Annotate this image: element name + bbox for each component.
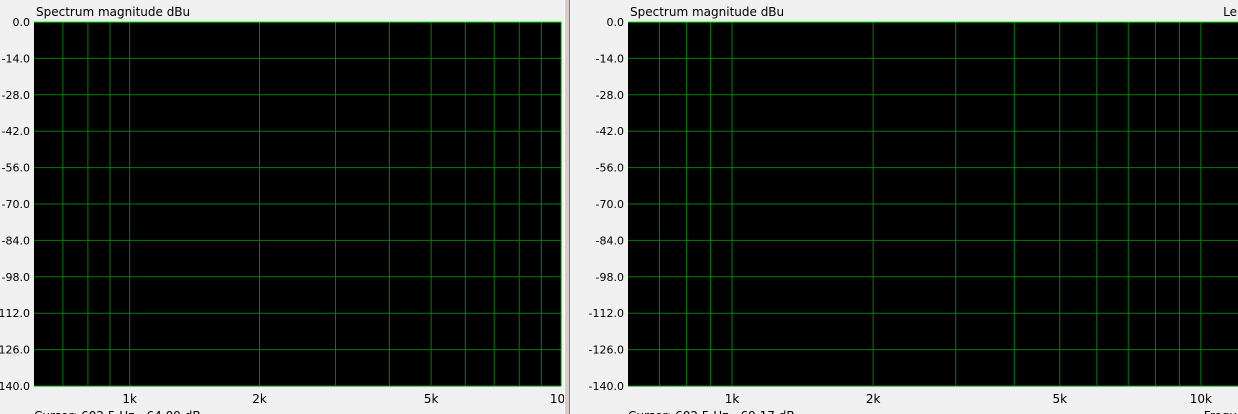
y-tick-label: -56.0 — [2, 162, 30, 175]
cursor-readout: Cursor: 602.5 Hz, -69.17 dB — [628, 409, 795, 414]
y-tick-label: -98.0 — [2, 271, 30, 284]
y-tick-label: -140.0 — [0, 380, 30, 393]
x-tick-label: 2k — [866, 392, 881, 406]
x-tick-label: 10k — [1190, 392, 1212, 406]
y-tick-label: -140.0 — [589, 380, 624, 393]
spectrum-chart-left[interactable]: Spectrum magnitude dBu 0.0 -14.0 -28.0 -42.0… — [0, 0, 564, 414]
chart-title: Spectrum magnitude dBu — [36, 5, 190, 19]
y-tick-label: -70.0 — [2, 198, 30, 211]
y-tick-label: 0.0 — [607, 16, 625, 29]
y-tick-label: -42.0 — [2, 125, 30, 138]
y-tick-label: -28.0 — [596, 89, 624, 102]
chart-title: Spectrum magnitude dBu — [630, 5, 784, 19]
y-tick-label: -84.0 — [596, 234, 624, 247]
x-tick-label: 5k — [1052, 392, 1067, 406]
cursor-readout: Cursor: 602.5 Hz, -64.09 dB — [34, 409, 201, 414]
x-tick-label: 10k — [550, 392, 564, 406]
y-tick-label: -14.0 — [596, 52, 624, 65]
y-tick-label: -126.0 — [0, 344, 30, 357]
y-tick-label: 0.0 — [13, 16, 31, 29]
x-tick-label: 5k — [424, 392, 439, 406]
y-tick-label: -56.0 — [596, 162, 624, 175]
y-tick-label: -126.0 — [589, 344, 624, 357]
y-tick-label: -112.0 — [589, 307, 624, 320]
x-tick-label: 1k — [122, 392, 137, 406]
y-tick-label: -112.0 — [0, 307, 30, 320]
y-tick-label: -14.0 — [2, 52, 30, 65]
y-tick-label: -70.0 — [596, 198, 624, 211]
channel-label: Le — [1223, 5, 1237, 19]
footer-right-label: Frequ — [1204, 409, 1237, 414]
spectrum-pane-right: Spectrum magnitude dBu Le 0.0 -14.0 -28.0 -42… — [570, 0, 1238, 414]
spectrum-pane-left: Spectrum magnitude dBu 0.0 -14.0 -28.0 -42.0… — [0, 0, 564, 414]
y-tick-label: -42.0 — [596, 125, 624, 138]
x-tick-label: 2k — [252, 392, 267, 406]
y-tick-label: -98.0 — [596, 271, 624, 284]
y-tick-label: -84.0 — [2, 234, 30, 247]
y-tick-label: -28.0 — [2, 89, 30, 102]
spectrum-chart-right[interactable]: Spectrum magnitude dBu Le 0.0 -14.0 -28.0 -42… — [570, 0, 1238, 414]
x-tick-label: 1k — [725, 392, 740, 406]
